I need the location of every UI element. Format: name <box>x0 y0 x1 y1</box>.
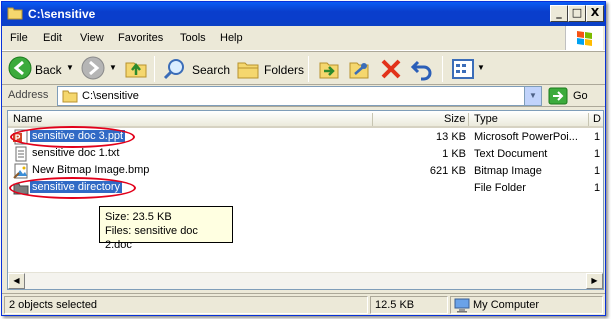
address-path: C:\sensitive <box>82 90 139 102</box>
status-pane: My Computer <box>450 296 603 314</box>
file-type: File Folder <box>474 182 526 194</box>
column-date[interactable]: D <box>593 113 601 125</box>
file-type: Text Document <box>474 148 548 160</box>
column-name[interactable]: Name <box>13 113 42 125</box>
up-folder-icon[interactable] <box>124 56 148 83</box>
move-to-icon[interactable] <box>317 57 341 84</box>
file-size: 13 KB <box>436 131 466 143</box>
file-date: 1 <box>594 148 601 160</box>
status-pane: 2 objects selected <box>4 296 368 314</box>
column-header: Name Size Type D <box>8 111 603 128</box>
scroll-left-icon[interactable]: ◀ <box>8 273 25 289</box>
back-icon[interactable] <box>8 56 32 83</box>
computer-icon <box>454 298 470 316</box>
toolbar-separator <box>442 56 443 82</box>
status-pane: 12.5 KB <box>370 296 448 314</box>
file-size: 1 KB <box>442 148 466 160</box>
search-icon[interactable] <box>163 57 187 84</box>
go-button[interactable]: Go <box>573 90 588 102</box>
views-icon[interactable] <box>451 57 475 84</box>
file-type: Microsoft PowerPoi... <box>474 131 578 143</box>
menu-tools[interactable]: Tools <box>180 32 206 44</box>
address-label: Address <box>8 89 49 101</box>
menu-help[interactable]: Help <box>220 32 243 44</box>
menu-favorites[interactable]: Favorites <box>118 32 163 44</box>
forward-dropdown-icon[interactable]: ▼ <box>109 63 117 72</box>
file-name: sensitive doc 1.txt <box>32 147 120 159</box>
undo-icon[interactable] <box>410 57 434 84</box>
copy-to-icon[interactable] <box>347 57 371 84</box>
highlight-oval <box>9 177 136 199</box>
status-bar: 2 objects selected 12.5 KB My Computer <box>2 293 605 315</box>
views-dropdown-icon[interactable]: ▼ <box>477 63 485 72</box>
column-divider[interactable] <box>468 113 469 126</box>
status-size: 12.5 KB <box>375 299 415 311</box>
minimize-button[interactable]: _ <box>550 5 568 22</box>
scroll-right-icon[interactable]: ▶ <box>586 273 603 289</box>
folders-icon[interactable] <box>236 57 260 84</box>
toolbar-separator <box>308 56 309 82</box>
window-title: C:\sensitive <box>28 7 96 21</box>
highlight-oval <box>10 126 135 148</box>
tooltip-files: Files: sensitive doc 2.doc <box>105 225 198 251</box>
address-bar: Address C:\sensitive ▼ Go <box>2 85 605 107</box>
back-button[interactable]: Back <box>35 63 62 77</box>
close-button[interactable]: X <box>586 5 604 22</box>
menu-file[interactable]: File <box>10 32 28 44</box>
file-name: New Bitmap Image.bmp <box>32 164 150 176</box>
column-size[interactable]: Size <box>444 113 465 125</box>
file-type: Bitmap Image <box>474 165 542 177</box>
folder-tooltip: Size: 23.5 KB Files: sensitive doc 2.doc <box>99 206 233 251</box>
table-row[interactable]: sensitive doc 1.txt 1 KB Text Document 1 <box>8 146 603 163</box>
file-date: 1 <box>594 131 601 143</box>
toolbar: Back ▼ ▼ Search Folders ▼ <box>2 51 605 85</box>
folder-icon <box>7 6 23 23</box>
column-type[interactable]: Type <box>474 113 498 125</box>
status-location: My Computer <box>473 299 540 311</box>
forward-icon[interactable] <box>81 56 105 83</box>
file-list[interactable]: Name Size Type D sensitive doc 3.ppt 13 … <box>7 110 604 290</box>
address-dropdown-icon[interactable]: ▼ <box>524 87 541 105</box>
menu-edit[interactable]: Edit <box>43 32 62 44</box>
windows-logo <box>565 26 603 50</box>
maximize-button[interactable]: □ <box>568 5 586 22</box>
column-divider[interactable] <box>588 113 589 126</box>
status-selection: 2 objects selected <box>9 299 98 311</box>
folder-icon <box>62 89 78 106</box>
menu-view[interactable]: View <box>80 32 104 44</box>
file-date: 1 <box>594 165 601 177</box>
go-arrow-icon[interactable] <box>548 87 568 108</box>
horizontal-scrollbar[interactable]: ◀ ▶ <box>8 272 603 289</box>
file-date: 1 <box>594 182 601 194</box>
toolbar-separator <box>154 56 155 82</box>
tooltip-size: Size: 23.5 KB <box>105 211 172 223</box>
menu-bar: File Edit View Favorites Tools Help <box>2 26 605 51</box>
address-input[interactable]: C:\sensitive ▼ <box>57 86 542 106</box>
explorer-window: C:\sensitive _ □ X File Edit View Favori… <box>1 1 606 316</box>
search-button[interactable]: Search <box>192 63 230 77</box>
folders-button[interactable]: Folders <box>264 63 304 77</box>
delete-icon[interactable] <box>379 57 403 84</box>
back-dropdown-icon[interactable]: ▼ <box>66 63 74 72</box>
title-bar[interactable]: C:\sensitive _ □ X <box>2 2 605 26</box>
column-divider[interactable] <box>372 113 373 126</box>
file-size: 621 KB <box>429 165 466 177</box>
